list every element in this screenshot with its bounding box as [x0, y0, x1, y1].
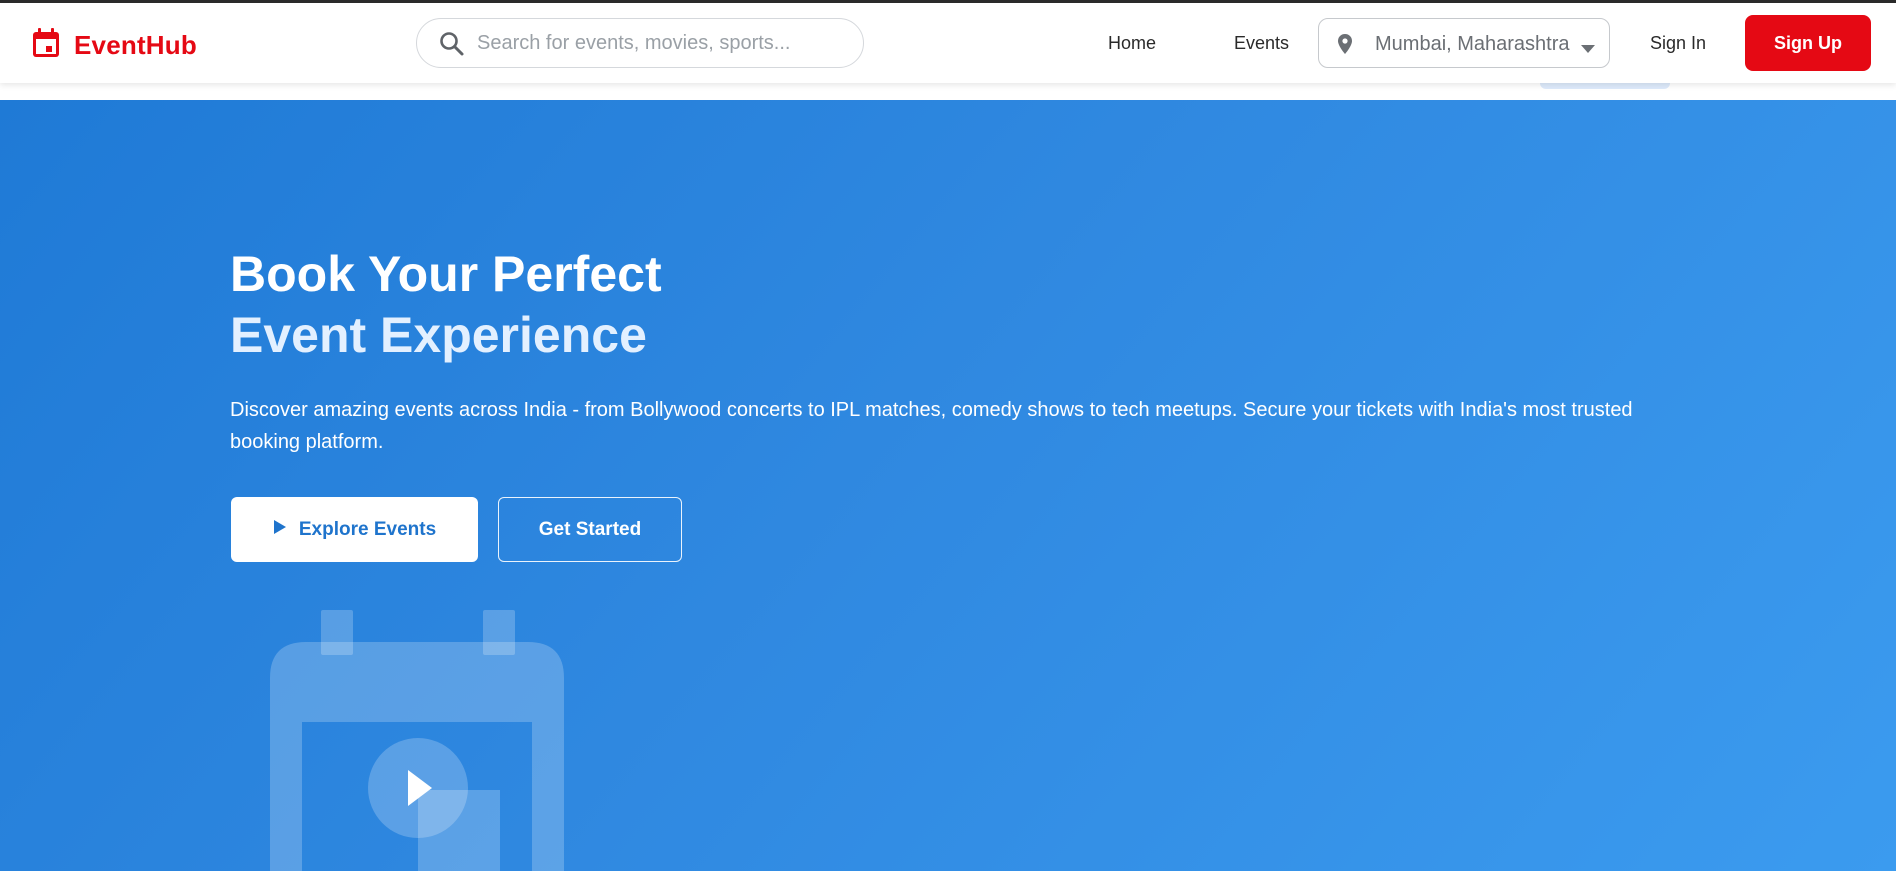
search-bar[interactable] [416, 18, 864, 68]
hero-title-line1: Book Your Perfect [230, 246, 662, 302]
get-started-button[interactable]: Get Started [498, 497, 682, 562]
location-value: Mumbai, Maharashtra [1375, 33, 1570, 55]
hero-title: Book Your Perfect Event Experience [230, 244, 662, 366]
hero-description: Discover amazing events across India - f… [230, 399, 1633, 453]
navbar: EventHub Home Events Mumbai, Maharashtra… [0, 3, 1896, 83]
sign-in-link[interactable]: Sign In [1650, 33, 1706, 54]
explore-events-label: Explore Events [298, 518, 437, 540]
explore-events-button[interactable]: Explore Events [231, 497, 478, 562]
decorative-glow [1540, 83, 1670, 89]
search-input[interactable] [477, 27, 847, 59]
nav-events-link[interactable]: Events [1234, 33, 1289, 54]
caret-down-icon [1581, 40, 1595, 58]
play-icon [273, 519, 287, 541]
search-icon [439, 31, 465, 62]
brand-logo[interactable]: EventHub [32, 25, 197, 65]
map-pin-icon [1337, 33, 1353, 60]
brand-name: EventHub [74, 29, 197, 60]
sign-up-button[interactable]: Sign Up [1745, 15, 1871, 71]
hero-section: Book Your Perfect Event Experience Disco… [0, 100, 1896, 871]
nav-home-link[interactable]: Home [1108, 33, 1156, 54]
calendar-play-illustration [270, 610, 570, 871]
hero-title-line2: Event Experience [230, 307, 647, 363]
location-selector[interactable]: Mumbai, Maharashtra [1318, 18, 1610, 68]
calendar-icon [32, 27, 60, 63]
